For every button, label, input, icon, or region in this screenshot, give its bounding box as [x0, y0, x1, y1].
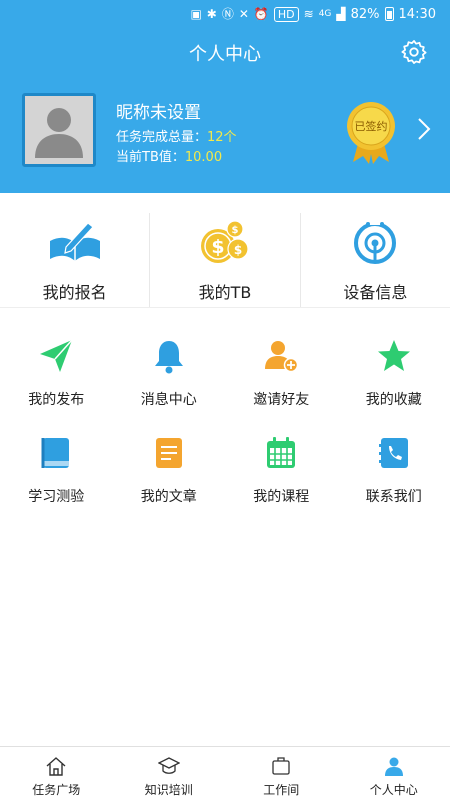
svg-text:$: $ [232, 225, 239, 236]
gear-icon[interactable] [400, 38, 428, 66]
tb-value: 10.00 [184, 150, 223, 165]
menu-device-info[interactable]: 设备信息 [301, 213, 450, 307]
grid-label: 邀请好友 [253, 392, 310, 408]
signed-badge-text: 已签约 [355, 119, 388, 133]
tab-workspace[interactable]: 工作间 [225, 747, 338, 800]
grid-item-my-articles[interactable]: 我的文章 [113, 435, 226, 506]
device-signal-icon [354, 219, 397, 264]
hd-indicator: HD [273, 6, 299, 22]
menu-label: 我的报名 [42, 283, 107, 302]
tab-personal-center[interactable]: 个人中心 [338, 747, 450, 800]
bell-icon [154, 341, 183, 374]
nickname: 昵称未设置 [116, 103, 201, 123]
page-title: 个人中心 [189, 44, 261, 65]
grid-label: 联系我们 [365, 489, 422, 505]
add-friend-icon [265, 341, 299, 373]
chevron-right-icon[interactable] [416, 116, 432, 142]
grid-item-my-posts[interactable]: 我的发布 [0, 338, 113, 409]
grid-label: 我的课程 [253, 489, 310, 505]
workspace-icon [272, 757, 290, 775]
paper-plane-icon [40, 339, 73, 372]
person-icon [384, 757, 403, 776]
menu-my-registration[interactable]: 我的报名 [0, 213, 151, 307]
grid-item-message-center[interactable]: 消息中心 [113, 338, 226, 409]
graduation-cap-icon [157, 757, 180, 774]
wifi-icon: ≋ [303, 7, 314, 21]
nfc-icon: Ⓝ [221, 7, 234, 21]
task-total: 任务完成总量：12个 [116, 126, 237, 145]
grid-label: 我的收藏 [365, 392, 422, 408]
grid-item-favorites[interactable]: 我的收藏 [338, 338, 450, 409]
phone-book-icon [378, 438, 408, 468]
grid-label: 我的文章 [140, 489, 197, 505]
tab-task-square[interactable]: 任务广场 [0, 747, 113, 800]
task-total-value: 12个 [207, 130, 237, 145]
home-icon [46, 757, 66, 776]
star-icon [377, 340, 410, 371]
battery-percent: 82% [350, 6, 380, 22]
signed-badge-icon: 已签约 [347, 102, 395, 164]
notification-icon: ▣ [190, 7, 202, 21]
main-menu: 我的报名 $ $ $ 我的TB 设备信息 [0, 213, 450, 308]
svg-text:$: $ [234, 243, 242, 257]
tab-label: 个人中心 [369, 783, 418, 797]
menu-my-tb[interactable]: $ $ $ 我的TB [150, 213, 301, 307]
grid-item-invite-friends[interactable]: 邀请好友 [225, 338, 338, 409]
alarm-icon: ⏰ [253, 7, 269, 21]
user-placeholder-icon [25, 96, 93, 164]
grid-item-contact-us[interactable]: 联系我们 [338, 435, 450, 506]
tab-knowledge-training[interactable]: 知识培训 [113, 747, 226, 800]
menu-label: 设备信息 [343, 283, 408, 302]
notebook-icon [41, 438, 70, 468]
tab-label: 知识培训 [144, 783, 193, 797]
bluetooth-icon: ✱ [206, 7, 217, 21]
document-icon [155, 438, 182, 468]
calendar-icon [267, 437, 296, 468]
status-bar: ▣ ✱ Ⓝ ✕ ⏰ HD ≋ 4G ▟ 82% 14:30 [0, 0, 450, 28]
tb-balance: 当前TB值：10.00 [116, 146, 222, 165]
profile-header: 个人中心 昵称未设置 任务完成总量：12个 当前TB值：10.00 已签约 [0, 28, 450, 193]
svg-text:$: $ [211, 236, 224, 258]
grid-label: 我的发布 [28, 392, 85, 408]
grid-item-study-quiz[interactable]: 学习测验 [0, 435, 113, 506]
bottom-tab-bar: 任务广场 知识培训 工作间 个人中心 [0, 746, 450, 800]
signal-icon: ▟ [336, 7, 346, 21]
coins-icon: $ $ $ [200, 220, 249, 263]
mute-icon: ✕ [238, 7, 249, 21]
function-grid-row-2: 学习测验 我的文章 我的课程 联系我们 [0, 435, 450, 506]
section-separator [0, 193, 450, 213]
function-grid-row-1: 我的发布 消息中心 邀请好友 我的收藏 [0, 338, 450, 409]
avatar[interactable] [22, 93, 96, 167]
grid-label: 学习测验 [28, 489, 85, 505]
task-total-label: 任务完成总量： [116, 130, 208, 145]
grid-item-my-courses[interactable]: 我的课程 [225, 435, 338, 506]
book-pencil-icon [49, 222, 100, 261]
clock: 14:30 [398, 6, 436, 22]
tab-label: 工作间 [263, 783, 300, 797]
tab-label: 任务广场 [32, 783, 81, 797]
grid-label: 消息中心 [140, 392, 197, 408]
tb-label: 当前TB值： [116, 150, 185, 165]
network-type: 4G [318, 8, 332, 19]
battery-icon [384, 7, 394, 21]
menu-label: 我的TB [198, 283, 252, 302]
